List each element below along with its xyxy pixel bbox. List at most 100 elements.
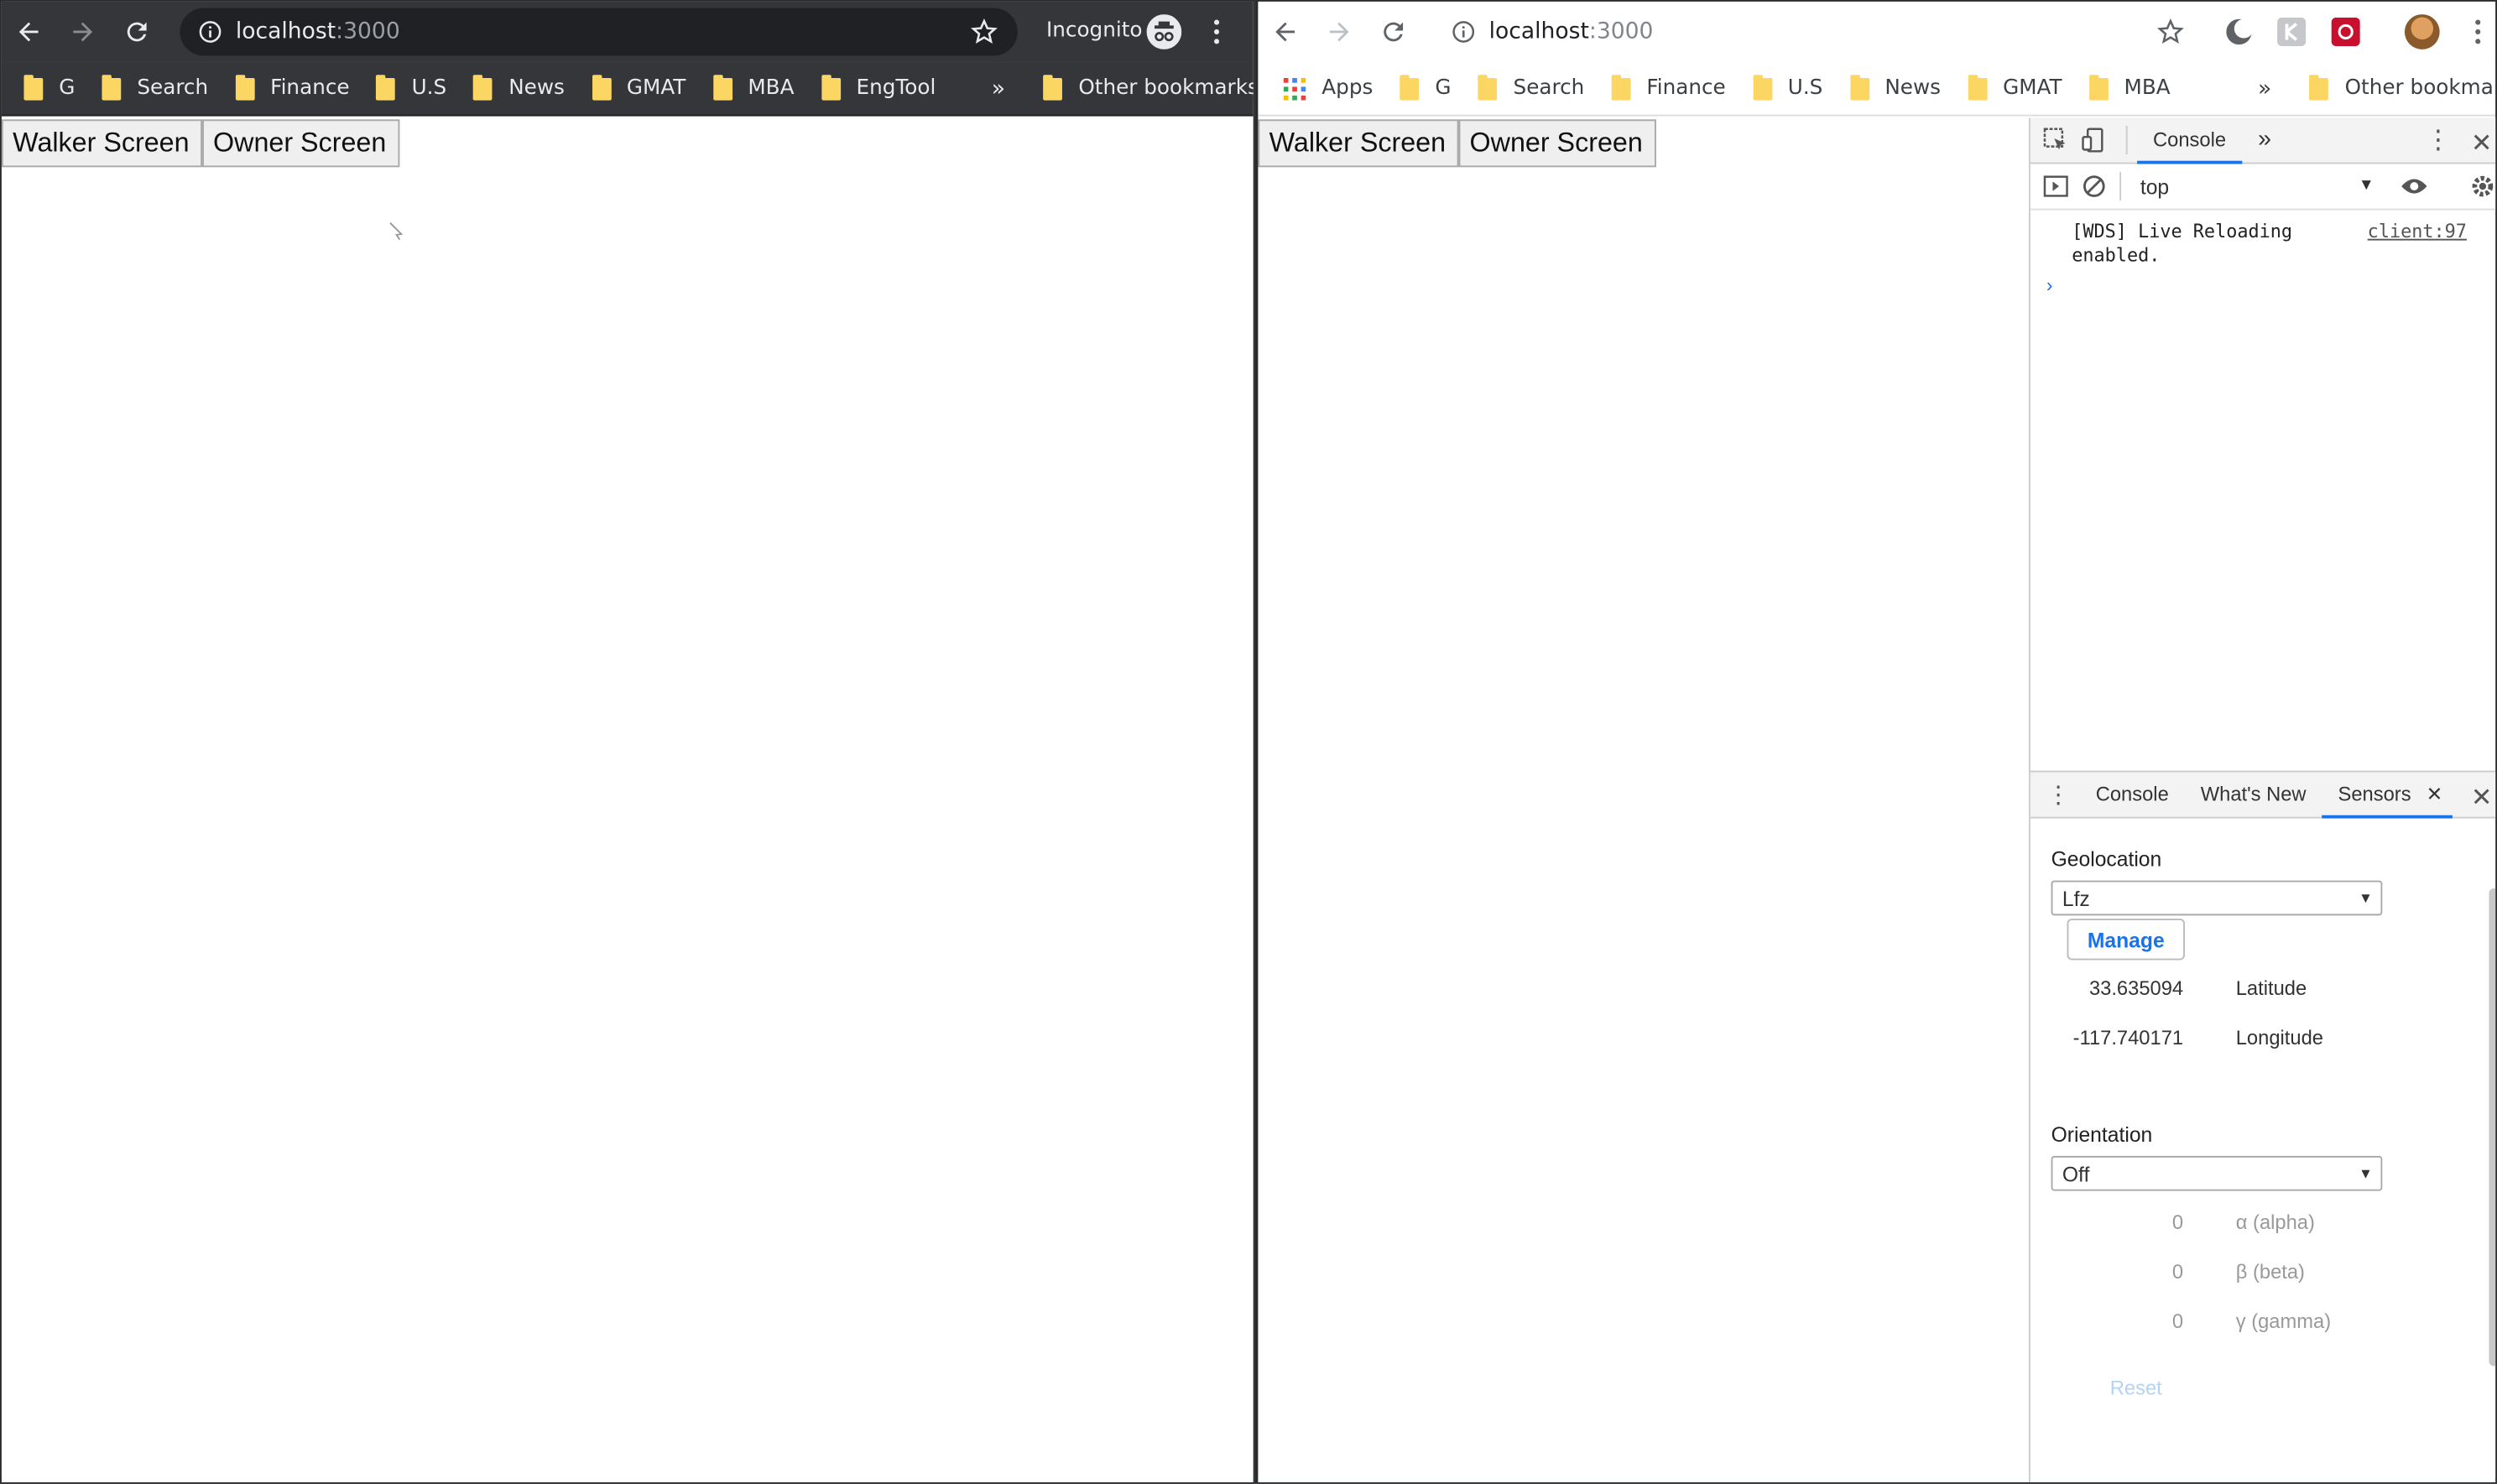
clear-console-icon[interactable] bbox=[2082, 174, 2107, 199]
reset-orientation-button[interactable]: Reset bbox=[2110, 1377, 2495, 1400]
forward-arrow-icon bbox=[73, 22, 93, 42]
manage-locations-button[interactable]: Manage bbox=[2067, 919, 2185, 961]
walker-screen-button[interactable]: Walker Screen bbox=[1, 119, 202, 168]
profile-avatar[interactable] bbox=[2404, 14, 2440, 49]
bookmark-us[interactable]: U.S bbox=[364, 62, 461, 115]
bookmark-label: Search bbox=[1513, 76, 1585, 101]
owner-screen-button[interactable]: Owner Screen bbox=[1458, 119, 1655, 168]
owner-screen-button[interactable]: Owner Screen bbox=[201, 119, 399, 168]
extension-icon[interactable] bbox=[2277, 17, 2307, 47]
drawer-tab-sensors[interactable]: Sensors ✕ bbox=[2322, 773, 2453, 819]
context-dropdown-icon[interactable]: ▼ bbox=[2359, 177, 2374, 195]
menu-kebab-icon[interactable] bbox=[2468, 19, 2488, 44]
browser-toolbar: localhost:3000 bbox=[1258, 1, 2496, 63]
close-sensors-tab-icon[interactable]: ✕ bbox=[2427, 773, 2443, 817]
console-settings-gear-icon[interactable] bbox=[2470, 174, 2495, 199]
devtools-panel: Console » ⋮ ✕ top ▼ [WDS] Live Reloading… bbox=[2028, 117, 2496, 1482]
live-expression-eye-icon[interactable] bbox=[2400, 175, 2428, 198]
bookmark-g[interactable]: G bbox=[23, 62, 89, 115]
other-bookmarks[interactable]: Other bookmarks bbox=[2303, 62, 2495, 115]
close-devtools-icon[interactable]: ✕ bbox=[2471, 128, 2492, 159]
device-toolbar-icon[interactable] bbox=[2082, 128, 2107, 153]
back-button[interactable] bbox=[1258, 2, 1312, 62]
console-sidebar-icon[interactable] bbox=[2043, 174, 2068, 199]
walker-screen-button[interactable]: Walker Screen bbox=[1258, 119, 1459, 168]
folder-icon bbox=[821, 74, 841, 100]
address-bar[interactable]: localhost:3000 bbox=[1433, 8, 2182, 56]
bookmark-news[interactable]: News bbox=[1837, 62, 1955, 115]
bookmark-us[interactable]: U.S bbox=[1740, 62, 1838, 115]
bookmark-finance[interactable]: Finance bbox=[222, 62, 363, 115]
bookmark-gmat[interactable]: GMAT bbox=[1955, 62, 2076, 115]
reload-button[interactable] bbox=[110, 2, 164, 62]
reload-icon bbox=[1384, 22, 1404, 42]
latitude-input[interactable]: 33.635094 bbox=[2051, 976, 2183, 999]
orientation-select[interactable]: Off ▼ bbox=[2051, 1155, 2383, 1191]
other-bookmarks[interactable]: Other bookmarks bbox=[1037, 62, 1254, 115]
bookmark-star-icon[interactable] bbox=[2156, 18, 2185, 46]
tab-console[interactable]: Console bbox=[2137, 117, 2242, 164]
log-source-link[interactable]: client:97 bbox=[2368, 220, 2467, 243]
gamma-input[interactable]: 0 bbox=[2051, 1310, 2183, 1332]
orientation-selected: Off bbox=[2062, 1161, 2090, 1186]
longitude-input[interactable]: -117.740171 bbox=[2051, 1026, 2183, 1049]
drawer-tab-console[interactable]: Console bbox=[2080, 773, 2185, 817]
inspect-element-icon[interactable] bbox=[2043, 128, 2068, 153]
bookmark-label: MBA bbox=[748, 76, 795, 101]
menu-kebab-icon[interactable] bbox=[1207, 19, 1227, 44]
bookmark-engtool[interactable]: EngTool bbox=[809, 62, 951, 115]
url-host: localhost bbox=[235, 18, 336, 45]
reload-button[interactable] bbox=[1366, 2, 1421, 62]
more-tabs-button[interactable]: » bbox=[2242, 117, 2287, 162]
orientation-label: Orientation bbox=[2051, 1122, 2153, 1147]
bookmark-finance[interactable]: Finance bbox=[1598, 62, 1739, 115]
back-button[interactable] bbox=[2, 2, 56, 62]
folder-icon bbox=[1611, 74, 1631, 100]
bookmark-search[interactable]: Search bbox=[89, 62, 222, 115]
folder-icon bbox=[592, 74, 611, 100]
console-log-entry: [WDS] Live Reloading enabled. client:97 bbox=[2030, 211, 2495, 268]
back-arrow-icon bbox=[1275, 22, 1295, 42]
address-bar[interactable]: localhost:3000 bbox=[180, 8, 1018, 56]
apps-grid-icon bbox=[1283, 77, 1306, 100]
alpha-row: 0 α (alpha) bbox=[2051, 1197, 2496, 1247]
bookmark-search[interactable]: Search bbox=[1466, 62, 1599, 115]
devtools-menu-icon[interactable]: ⋮ bbox=[2426, 124, 2451, 156]
bookmarks-overflow-button[interactable]: » bbox=[2245, 76, 2285, 101]
gamma-label: γ (gamma) bbox=[2235, 1310, 2332, 1332]
bookmarks-overflow-button[interactable]: » bbox=[979, 76, 1019, 101]
bookmark-label: U.S bbox=[411, 76, 447, 101]
console-prompt[interactable]: › bbox=[2030, 268, 2495, 296]
bookmark-label: GMAT bbox=[626, 76, 686, 101]
beta-label: β (beta) bbox=[2235, 1260, 2305, 1283]
geolocation-label: Geolocation bbox=[2051, 846, 2162, 872]
bookmark-news[interactable]: News bbox=[461, 62, 579, 115]
bookmark-gmat[interactable]: GMAT bbox=[579, 62, 700, 115]
bookmark-g[interactable]: G bbox=[1387, 62, 1465, 115]
apps-shortcut[interactable]: Apps bbox=[1283, 62, 1388, 115]
longitude-label: Longitude bbox=[2235, 1026, 2323, 1049]
incognito-icon[interactable] bbox=[1146, 14, 1182, 49]
forward-button[interactable] bbox=[55, 2, 110, 62]
context-selector[interactable]: top bbox=[2140, 174, 2169, 198]
bookmark-label: News bbox=[508, 76, 565, 101]
folder-icon bbox=[376, 74, 396, 100]
longitude-row: -117.740171 Longitude bbox=[2051, 1013, 2496, 1062]
forward-button[interactable] bbox=[1312, 2, 1367, 62]
beta-input[interactable]: 0 bbox=[2051, 1260, 2183, 1283]
geolocation-select[interactable]: Lfz ▼ bbox=[2051, 880, 2383, 916]
folder-icon bbox=[102, 74, 122, 100]
bookmark-label: Search bbox=[137, 76, 209, 101]
bookmark-mba[interactable]: MBA bbox=[2077, 62, 2185, 115]
dark-mode-extension-icon[interactable] bbox=[2224, 18, 2254, 46]
bookmark-mba[interactable]: MBA bbox=[700, 62, 808, 115]
bookmark-star-icon[interactable] bbox=[970, 18, 998, 46]
alpha-input[interactable]: 0 bbox=[2051, 1211, 2183, 1233]
drawer-tab-whats-new[interactable]: What's New bbox=[2185, 773, 2322, 817]
close-drawer-icon[interactable]: ✕ bbox=[2471, 782, 2492, 814]
folder-icon bbox=[1478, 74, 1498, 100]
info-icon bbox=[1452, 21, 1475, 43]
red-extension-icon[interactable] bbox=[2331, 17, 2360, 47]
drawer-menu-icon[interactable]: ⋮ bbox=[2046, 780, 2070, 809]
sensors-scrollbar[interactable] bbox=[2489, 888, 2496, 1367]
